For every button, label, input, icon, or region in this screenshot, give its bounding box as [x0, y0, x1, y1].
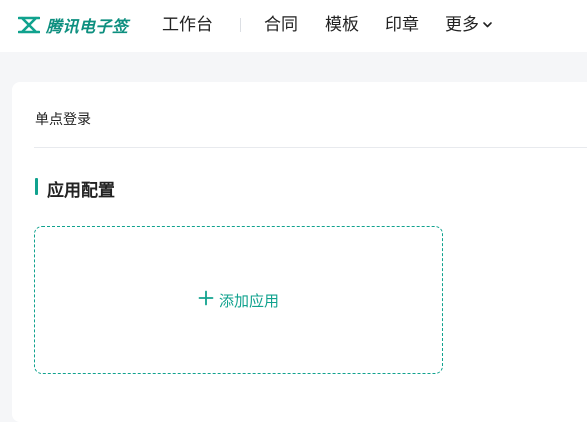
- add-app-label: 添加应用: [218, 291, 279, 310]
- plus-icon: [198, 290, 219, 310]
- section-title: 应用配置: [47, 181, 115, 201]
- nav-workbench[interactable]: 工作台: [162, 12, 213, 38]
- breadcrumb: 单点登录: [35, 112, 91, 128]
- logo-icon: [18, 16, 40, 34]
- section-accent-bar: [35, 178, 38, 195]
- content-card: 单点登录 应用配置 添加应用: [12, 82, 587, 422]
- logo-text: 腾讯电子签: [46, 17, 129, 36]
- add-app-button[interactable]: 添加应用: [34, 226, 443, 374]
- add-app-content: 添加应用: [198, 290, 279, 311]
- divider: [34, 147, 587, 148]
- nav-template[interactable]: 模板: [325, 12, 359, 38]
- nav-divider: [240, 18, 241, 32]
- nav-more[interactable]: 更多: [445, 12, 493, 38]
- chevron-down-icon: [479, 12, 493, 38]
- top-navigation-bar: 腾讯电子签 工作台 合同 模板 印章 更多: [0, 0, 587, 52]
- nav-seal[interactable]: 印章: [385, 12, 419, 38]
- logo[interactable]: 腾讯电子签: [18, 14, 129, 36]
- nav-more-label: 更多: [445, 15, 479, 35]
- nav-contract[interactable]: 合同: [264, 12, 298, 38]
